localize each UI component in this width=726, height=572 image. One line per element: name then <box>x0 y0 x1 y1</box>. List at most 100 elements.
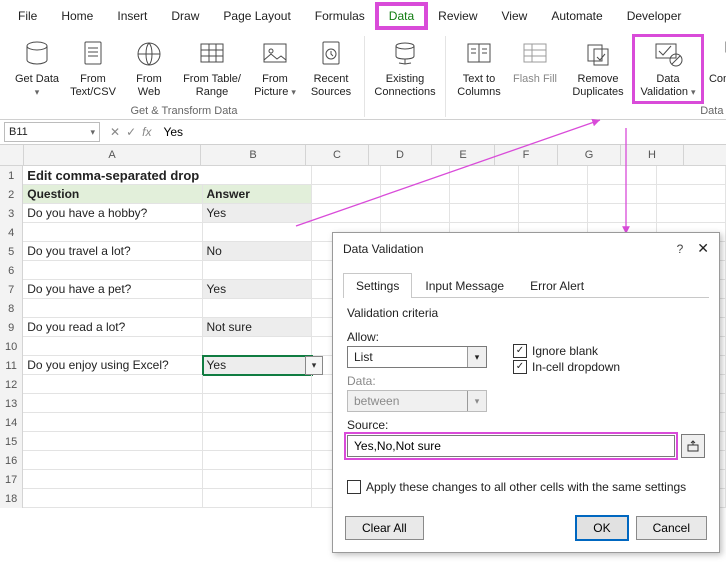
cell-A13[interactable] <box>23 394 202 413</box>
cell-A1[interactable]: Edit comma-separated drop down list <box>23 166 202 185</box>
name-box[interactable]: B11▾ <box>4 122 100 142</box>
tab-draw[interactable]: Draw <box>159 4 211 28</box>
tab-data[interactable]: Data <box>377 4 426 28</box>
cell-A4[interactable] <box>23 223 202 242</box>
cell-B3[interactable]: Yes <box>203 204 313 223</box>
cell-A5[interactable]: Do you travel a lot? <box>23 242 202 261</box>
cell-A17[interactable] <box>23 470 202 489</box>
cell-B17[interactable] <box>203 470 313 489</box>
ok-button[interactable]: OK <box>576 516 627 540</box>
source-input[interactable] <box>347 435 675 457</box>
col-header-C[interactable]: C <box>306 145 369 165</box>
in-cell-dropdown-checkbox[interactable]: ✓In-cell dropdown <box>513 360 620 374</box>
tab-review[interactable]: Review <box>426 4 489 28</box>
grid-row[interactable]: 2QuestionAnswer <box>0 185 726 204</box>
cell-B8[interactable] <box>203 299 313 318</box>
tab-automate[interactable]: Automate <box>539 4 614 28</box>
cell-B2[interactable]: Answer <box>203 185 313 204</box>
close-icon[interactable]: ✕ <box>697 240 709 257</box>
clear-all-button[interactable]: Clear All <box>345 516 424 540</box>
accept-formula-icon[interactable]: ✓ <box>126 125 136 139</box>
cell-D1[interactable] <box>381 166 450 185</box>
row-header[interactable]: 6 <box>0 261 23 280</box>
formula-input[interactable] <box>157 123 726 141</box>
cell-B12[interactable] <box>203 375 313 394</box>
cell-D3[interactable] <box>381 204 450 223</box>
apply-all-checkbox[interactable]: Apply these changes to all other cells w… <box>347 480 705 494</box>
cell-H1[interactable] <box>657 166 726 185</box>
cell-H2[interactable] <box>657 185 726 204</box>
ignore-blank-checkbox[interactable]: ✓Ignore blank <box>513 344 620 358</box>
cell-B15[interactable] <box>203 432 313 451</box>
row-header[interactable]: 18 <box>0 489 23 508</box>
cell-C3[interactable] <box>312 204 381 223</box>
cell-A10[interactable] <box>23 337 202 356</box>
btn-remove-duplicates[interactable]: Remove Duplicates <box>564 36 632 102</box>
row-header[interactable]: 11 <box>0 356 23 375</box>
cell-A12[interactable] <box>23 375 202 394</box>
cell-G3[interactable] <box>588 204 657 223</box>
col-header-F[interactable]: F <box>495 145 558 165</box>
cell-B5[interactable]: No <box>203 242 313 261</box>
tab-home[interactable]: Home <box>49 4 105 28</box>
cell-E3[interactable] <box>450 204 519 223</box>
cell-A3[interactable]: Do you have a hobby? <box>23 204 202 223</box>
cell-A2[interactable]: Question <box>23 185 202 204</box>
col-header-B[interactable]: B <box>201 145 306 165</box>
row-header[interactable]: 8 <box>0 299 23 318</box>
cell-B6[interactable] <box>203 261 313 280</box>
help-button[interactable]: ? <box>677 242 684 256</box>
btn-recent-sources[interactable]: Recent Sources <box>304 36 358 102</box>
cell-B1[interactable] <box>202 166 312 185</box>
btn-existing-connections[interactable]: Existing Connections <box>371 36 439 102</box>
cell-C2[interactable] <box>312 185 381 204</box>
allow-combo[interactable]: List▾ <box>347 346 487 368</box>
btn-text-to-columns[interactable]: Text to Columns <box>452 36 506 102</box>
col-header-H[interactable]: H <box>621 145 684 165</box>
cell-F2[interactable] <box>519 185 588 204</box>
grid-row[interactable]: 1Edit comma-separated drop down list <box>0 166 726 185</box>
row-header[interactable]: 16 <box>0 451 23 470</box>
cell-B16[interactable] <box>203 451 313 470</box>
cell-dropdown-button[interactable]: ▾ <box>305 356 323 375</box>
tab-developer[interactable]: Developer <box>615 4 694 28</box>
tab-formulas[interactable]: Formulas <box>303 4 377 28</box>
cell-F1[interactable] <box>519 166 588 185</box>
row-header[interactable]: 7 <box>0 280 23 299</box>
cell-G2[interactable] <box>588 185 657 204</box>
row-header[interactable]: 13 <box>0 394 23 413</box>
cell-B11[interactable]: Yes <box>203 356 313 375</box>
cell-A18[interactable] <box>23 489 202 508</box>
col-header-A[interactable]: A <box>24 145 201 165</box>
row-header[interactable]: 10 <box>0 337 23 356</box>
tab-page-layout[interactable]: Page Layout <box>211 4 302 28</box>
btn-from-web[interactable]: From Web <box>122 36 176 102</box>
row-header[interactable]: 15 <box>0 432 23 451</box>
range-selector-button[interactable] <box>681 434 705 458</box>
row-header[interactable]: 9 <box>0 318 23 337</box>
row-header[interactable]: 14 <box>0 413 23 432</box>
cell-B7[interactable]: Yes <box>203 280 313 299</box>
col-header-E[interactable]: E <box>432 145 495 165</box>
cell-A8[interactable] <box>23 299 202 318</box>
cell-F3[interactable] <box>519 204 588 223</box>
col-header-G[interactable]: G <box>558 145 621 165</box>
cell-B9[interactable]: Not sure <box>203 318 313 337</box>
select-all-corner[interactable] <box>0 145 24 165</box>
row-header[interactable]: 17 <box>0 470 23 489</box>
cell-E1[interactable] <box>450 166 519 185</box>
tab-view[interactable]: View <box>490 4 540 28</box>
cell-D2[interactable] <box>381 185 450 204</box>
row-header[interactable]: 2 <box>0 185 23 204</box>
row-header[interactable]: 5 <box>0 242 23 261</box>
cell-A15[interactable] <box>23 432 202 451</box>
grid-row[interactable]: 3Do you have a hobby?Yes <box>0 204 726 223</box>
btn-from-picture[interactable]: From Picture ▾ <box>248 36 302 102</box>
dialog-tab-input-message[interactable]: Input Message <box>412 273 517 298</box>
col-header-D[interactable]: D <box>369 145 432 165</box>
cell-H3[interactable] <box>657 204 726 223</box>
cancel-button[interactable]: Cancel <box>636 516 707 540</box>
row-header[interactable]: 1 <box>0 166 23 185</box>
btn-data-validation[interactable]: Data Validation ▾ <box>634 36 702 102</box>
cell-B4[interactable] <box>203 223 313 242</box>
